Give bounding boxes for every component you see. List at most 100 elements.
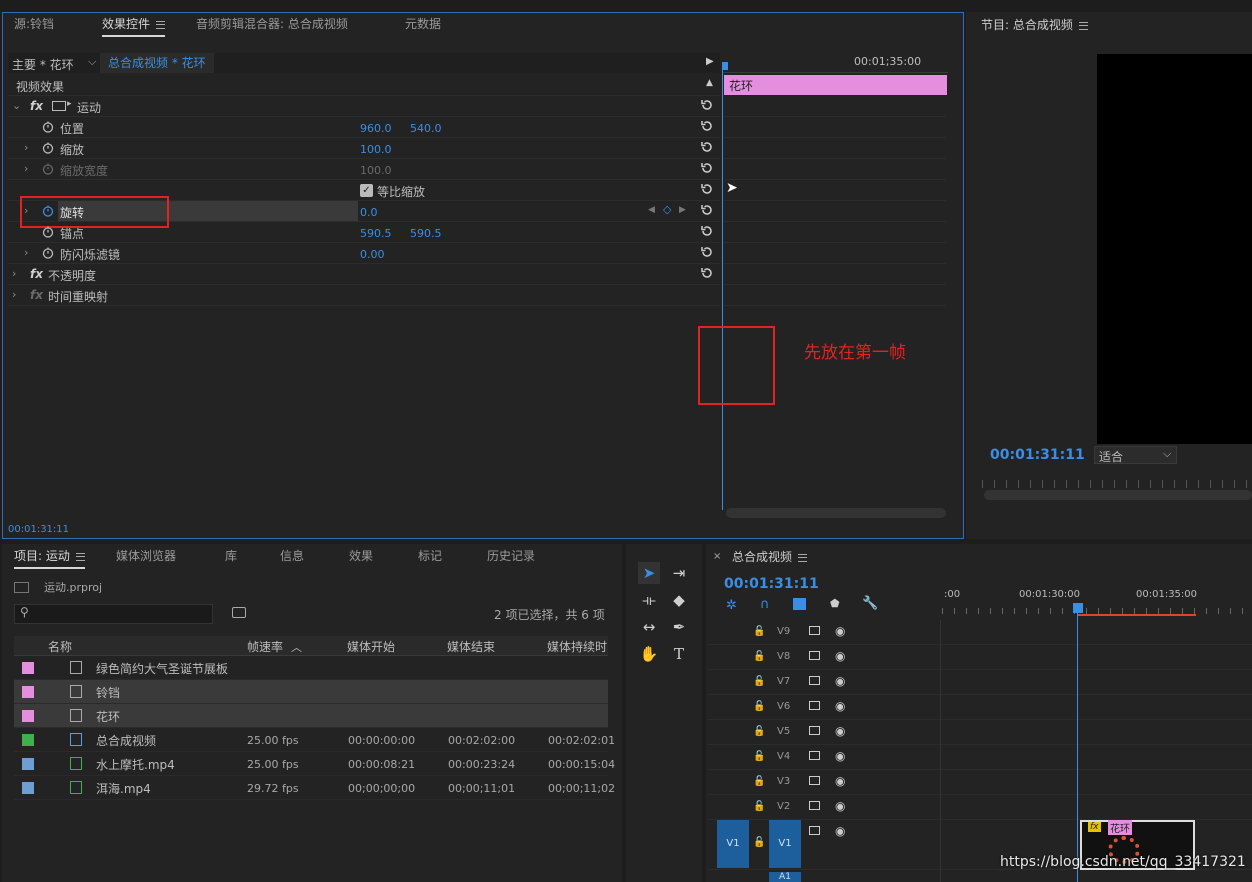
play-triangle-icon[interactable]: ▶: [706, 56, 714, 67]
reset-icon[interactable]: [700, 119, 714, 133]
col-media-start[interactable]: 媒体开始: [347, 638, 395, 655]
track-name[interactable]: V9: [777, 626, 790, 637]
add-keyframe-icon[interactable]: ◇: [663, 203, 671, 216]
track-name[interactable]: V2: [777, 801, 790, 812]
table-row[interactable]: #e58ee0 铃铛: [14, 680, 608, 704]
nest-icon[interactable]: ✲: [726, 598, 737, 613]
sync-lock-icon[interactable]: [809, 726, 820, 735]
uniform-scale-checkbox[interactable]: ✓: [360, 184, 373, 197]
lock-icon[interactable]: 🔓: [753, 626, 765, 638]
label-color-swatch[interactable]: #6e9ed2: [22, 782, 34, 794]
sync-lock-icon[interactable]: [809, 651, 820, 660]
table-row[interactable]: #e58ee0 花环: [14, 704, 608, 728]
timeline-timecode[interactable]: 00:01:31:11: [724, 576, 819, 592]
fx-badge[interactable]: fx: [30, 99, 43, 113]
table-row[interactable]: #6e9ed2 洱海.mp4 29.72 fps 00;00;00;00 00;00;1…: [14, 776, 615, 800]
chevron-down-icon[interactable]: ⌄: [12, 99, 21, 112]
effect-time-remap[interactable]: › fx 时间重映射: [8, 285, 720, 306]
eye-icon[interactable]: ◉: [835, 699, 847, 713]
reset-icon[interactable]: [700, 203, 714, 217]
panel-menu-icon[interactable]: [156, 20, 166, 29]
work-area-bar[interactable]: [1078, 614, 1196, 616]
panel-menu-icon[interactable]: [1078, 21, 1088, 30]
eye-icon[interactable]: ◉: [835, 624, 847, 638]
sync-lock-icon[interactable]: [809, 751, 820, 760]
anchor-y-value[interactable]: 590.5: [410, 227, 442, 240]
col-media-end[interactable]: 媒体结束: [447, 638, 495, 655]
sync-lock-icon[interactable]: [809, 776, 820, 785]
chevron-right-icon[interactable]: ›: [12, 267, 16, 280]
tab-info[interactable]: 信息: [280, 545, 304, 567]
scroll-up-icon[interactable]: ▲: [706, 78, 713, 88]
track-select-tool-icon[interactable]: ⇥: [668, 562, 690, 584]
close-icon[interactable]: ×: [713, 551, 721, 562]
timeline-playhead-marker[interactable]: [1073, 603, 1083, 613]
col-media-duration[interactable]: 媒体持续时: [547, 638, 607, 655]
tab-audio-clip-mixer[interactable]: 音频剪辑混合器: 总合成视频: [196, 13, 348, 35]
tab-source[interactable]: 源:铃铛: [14, 13, 54, 35]
reset-icon[interactable]: [700, 161, 714, 175]
lock-icon[interactable]: 🔓: [753, 726, 765, 738]
a1-track-label[interactable]: A1: [769, 872, 801, 882]
tab-library[interactable]: 库: [225, 545, 237, 567]
eye-icon[interactable]: ◉: [835, 749, 847, 763]
chevron-down-icon[interactable]: ⌵: [88, 55, 96, 69]
eye-icon[interactable]: ◉: [835, 774, 847, 788]
slip-tool-icon[interactable]: ↔: [638, 616, 660, 638]
table-row[interactable]: #e58ee0 绿色简约大气圣诞节展板: [14, 656, 608, 680]
lock-icon[interactable]: 🔓: [753, 751, 765, 763]
chevron-right-icon[interactable]: ›: [12, 288, 16, 301]
label-color-swatch[interactable]: #e58ee0: [22, 686, 34, 698]
stopwatch-icon[interactable]: [42, 247, 54, 259]
fit-dropdown[interactable]: 适合 ⌵: [1094, 446, 1177, 464]
eye-icon[interactable]: ◉: [835, 724, 847, 738]
transform-icon[interactable]: [52, 101, 66, 111]
lock-icon[interactable]: 🔓: [753, 701, 765, 713]
track-name[interactable]: V3: [777, 776, 790, 787]
reset-icon[interactable]: [700, 266, 714, 280]
master-clip-label[interactable]: 主要 * 花环: [12, 56, 74, 73]
v1-source-patch[interactable]: V1: [717, 820, 749, 868]
sync-lock-icon[interactable]: [809, 626, 820, 635]
table-row[interactable]: #6e9ed2 水上摩托.mp4 25.00 fps 00:00:08:21 00:00…: [14, 752, 615, 776]
track-name[interactable]: V7: [777, 676, 790, 687]
ec-scrollbar[interactable]: [726, 508, 946, 518]
eye-icon[interactable]: ◉: [835, 649, 847, 663]
razor-tool-icon[interactable]: ◆: [668, 589, 690, 611]
lock-icon[interactable]: 🔓: [753, 651, 765, 663]
track-name[interactable]: V6: [777, 701, 790, 712]
reset-icon[interactable]: [700, 140, 714, 154]
lock-icon[interactable]: 🔓: [753, 676, 765, 688]
new-search-bin-icon[interactable]: [232, 607, 246, 618]
sequence-clip-label[interactable]: 总合成视频 * 花环: [100, 53, 214, 73]
ripple-edit-tool-icon[interactable]: ⟛: [638, 589, 660, 611]
ec-clip-bar[interactable]: 花环: [724, 75, 947, 95]
program-timecode[interactable]: 00:01:31:11: [990, 447, 1085, 463]
stopwatch-icon[interactable]: [42, 226, 54, 238]
rotation-value[interactable]: 0.0: [360, 206, 378, 219]
chevron-right-icon[interactable]: ›: [24, 141, 28, 154]
tab-effects[interactable]: 效果: [349, 545, 373, 567]
effect-opacity[interactable]: › fx 不透明度: [8, 264, 720, 285]
panel-menu-icon[interactable]: [75, 552, 85, 561]
eye-icon[interactable]: ◉: [835, 799, 847, 813]
clip-fx-badge[interactable]: fx: [1088, 822, 1101, 832]
eye-icon[interactable]: ◉: [835, 824, 845, 838]
linked-selection-icon[interactable]: [793, 598, 806, 610]
sync-lock-icon[interactable]: [809, 801, 820, 810]
label-color-swatch[interactable]: #3fb04a: [22, 734, 34, 746]
program-scrollbar[interactable]: [984, 490, 1252, 500]
lock-icon[interactable]: 🔓: [753, 776, 765, 788]
tab-markers[interactable]: 标记: [418, 545, 442, 567]
reset-icon[interactable]: [700, 224, 714, 238]
stopwatch-icon[interactable]: [42, 163, 54, 175]
label-color-swatch[interactable]: #e58ee0: [22, 710, 34, 722]
sync-lock-icon[interactable]: [809, 826, 820, 835]
track-name[interactable]: V8: [777, 651, 790, 662]
snap-magnet-icon[interactable]: ∩: [760, 597, 770, 612]
reset-icon[interactable]: [700, 98, 714, 112]
sort-asc-icon[interactable]: ︿: [291, 639, 302, 655]
effect-motion[interactable]: ⌄ fx ▸ 运动: [8, 96, 720, 117]
position-y-value[interactable]: 540.0: [410, 122, 442, 135]
tab-history[interactable]: 历史记录: [487, 545, 535, 567]
